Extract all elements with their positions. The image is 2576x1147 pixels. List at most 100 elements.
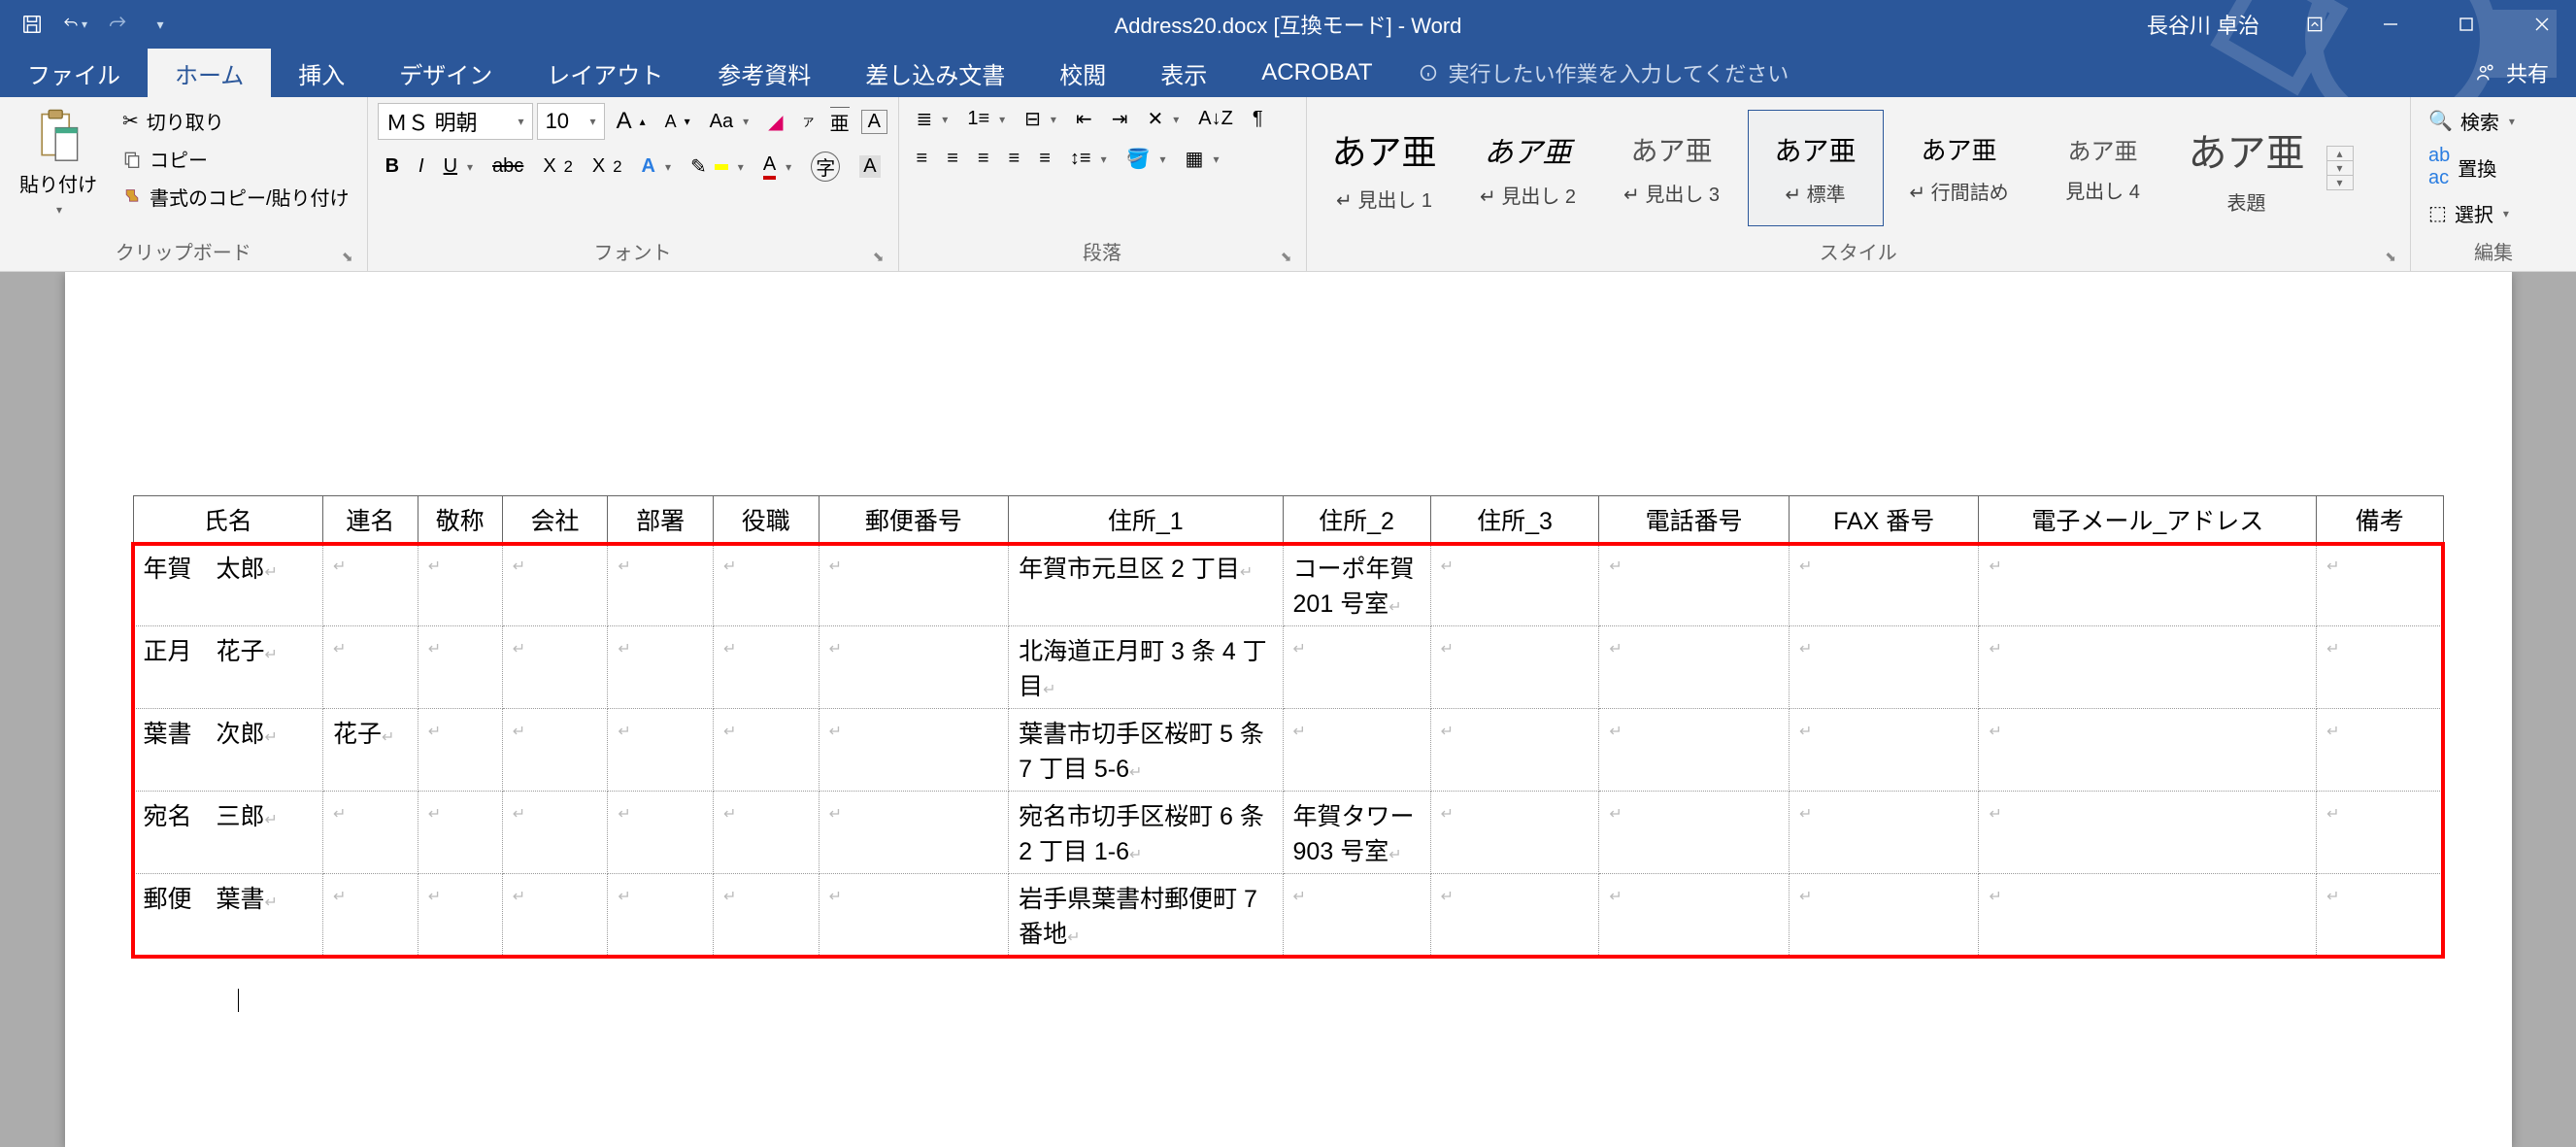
ribbon-display-options-icon[interactable] xyxy=(2281,0,2349,49)
table-cell[interactable]: ↵ xyxy=(1789,874,1979,957)
justify-button[interactable]: ≡ xyxy=(1001,144,1028,174)
table-header[interactable]: 住所_3 xyxy=(1430,496,1599,544)
table-cell[interactable]: ↵ xyxy=(608,874,714,957)
table-cell[interactable]: ↵ xyxy=(713,792,819,874)
maximize-button[interactable] xyxy=(2432,0,2500,49)
table-cell[interactable]: ↵ xyxy=(713,874,819,957)
style-item-nosp[interactable]: あア亜↵ 行間詰め xyxy=(1891,110,2027,226)
copy-button[interactable]: コピー xyxy=(115,141,357,177)
table-header[interactable]: FAX 番号 xyxy=(1789,496,1979,544)
table-cell[interactable]: ↵ xyxy=(1979,709,2317,792)
bullets-button[interactable]: ≣▾ xyxy=(909,103,956,135)
table-cell[interactable]: ↵ xyxy=(418,874,502,957)
subscript-button[interactable]: X2 xyxy=(535,152,581,182)
table-cell[interactable]: ↵ xyxy=(819,626,1009,709)
tab-review[interactable]: 校閲 xyxy=(1032,49,1133,97)
font-name-combo[interactable]: ＭＳ 明朝▾ xyxy=(378,103,533,140)
align-center-button[interactable]: ≡ xyxy=(939,144,966,174)
table-header[interactable]: 備考 xyxy=(2317,496,2443,544)
table-cell[interactable]: ↵ xyxy=(819,792,1009,874)
table-cell[interactable]: ↵ xyxy=(323,792,418,874)
table-cell[interactable]: ↵ xyxy=(1430,544,1599,626)
table-cell[interactable]: 宛名市切手区桜町 6 条 2 丁目 1-6↵ xyxy=(1009,792,1283,874)
minimize-button[interactable] xyxy=(2357,0,2425,49)
cut-button[interactable]: ✂切り取り xyxy=(115,103,357,139)
style-item-h3[interactable]: あア亜↵ 見出し 3 xyxy=(1604,110,1740,226)
paste-button[interactable]: 貼り付け ▾ xyxy=(10,103,107,222)
table-row[interactable]: 葉書 次郎↵花子↵↵↵↵↵↵葉書市切手区桜町 5 条 7 丁目 5-6↵↵↵↵↵… xyxy=(133,709,2443,792)
style-item-h1[interactable]: あア亜↵ 見出し 1 xyxy=(1317,110,1453,226)
select-button[interactable]: ⬚選択▾ xyxy=(2421,195,2517,231)
italic-button[interactable]: I xyxy=(411,152,432,182)
table-cell[interactable]: ↵ xyxy=(1599,709,1790,792)
table-cell[interactable]: ↵ xyxy=(502,544,608,626)
table-header[interactable]: 氏名 xyxy=(133,496,323,544)
table-cell[interactable]: ↵ xyxy=(2317,544,2443,626)
grow-font-button[interactable]: A▴ xyxy=(609,104,653,139)
table-header[interactable]: 連名 xyxy=(323,496,418,544)
table-cell[interactable]: ↵ xyxy=(502,792,608,874)
document-area[interactable]: 氏名連名敬称会社部署役職郵便番号住所_1住所_2住所_3電話番号FAX 番号電子… xyxy=(0,272,2576,1147)
line-spacing-button[interactable]: ↕≡▾ xyxy=(1062,144,1115,174)
user-name[interactable]: 長谷川 卓治 xyxy=(2133,9,2273,40)
bold-button[interactable]: B xyxy=(378,152,407,182)
table-cell[interactable]: ↵ xyxy=(713,626,819,709)
underline-button[interactable]: U▾ xyxy=(436,152,481,182)
table-cell[interactable]: ↵ xyxy=(2317,709,2443,792)
table-header[interactable]: 敬称 xyxy=(418,496,502,544)
show-marks-button[interactable]: ¶ xyxy=(1245,104,1271,134)
table-cell[interactable]: コーポ年賀 201 号室↵ xyxy=(1283,544,1430,626)
table-cell[interactable]: ↵ xyxy=(323,626,418,709)
share-button[interactable]: 共有 xyxy=(2475,49,2576,97)
align-left-button[interactable]: ≡ xyxy=(909,144,936,174)
redo-icon[interactable] xyxy=(105,12,130,37)
enclose-characters-button[interactable]: 字 xyxy=(803,148,848,186)
clear-formatting-button[interactable]: ◢ xyxy=(760,106,790,138)
table-cell[interactable]: 宛名 三郎↵ xyxy=(133,792,323,874)
superscript-button[interactable]: X2 xyxy=(585,152,630,182)
tab-references[interactable]: 参考資料 xyxy=(690,49,838,97)
tab-home[interactable]: ホーム xyxy=(148,49,271,97)
table-cell[interactable]: ↵ xyxy=(608,626,714,709)
style-item-normal[interactable]: あア亜↵ 標準 xyxy=(1748,110,1884,226)
table-cell[interactable]: ↵ xyxy=(2317,626,2443,709)
table-header[interactable]: 住所_1 xyxy=(1009,496,1283,544)
table-cell[interactable]: 正月 花子↵ xyxy=(133,626,323,709)
table-header[interactable]: 郵便番号 xyxy=(819,496,1009,544)
table-cell[interactable]: 葉書市切手区桜町 5 条 7 丁目 5-6↵ xyxy=(1009,709,1283,792)
table-cell[interactable]: ↵ xyxy=(1599,874,1790,957)
table-row[interactable]: 正月 花子↵↵↵↵↵↵↵北海道正月町 3 条 4 丁目↵↵↵↵↵↵↵ xyxy=(133,626,2443,709)
table-cell[interactable]: ↵ xyxy=(1979,544,2317,626)
distributed-button[interactable]: ≡ xyxy=(1031,144,1058,174)
table-cell[interactable]: ↵ xyxy=(1430,874,1599,957)
tab-insert[interactable]: 挿入 xyxy=(271,49,372,97)
table-cell[interactable]: ↵ xyxy=(1430,792,1599,874)
table-cell[interactable]: ↵ xyxy=(1430,626,1599,709)
font-size-combo[interactable]: 10▾ xyxy=(537,103,605,140)
increase-indent-button[interactable]: ⇥ xyxy=(1104,103,1136,135)
table-cell[interactable]: ↵ xyxy=(608,544,714,626)
table-cell[interactable]: ↵ xyxy=(1283,874,1430,957)
shading-button[interactable]: 🪣▾ xyxy=(1119,143,1174,175)
table-cell[interactable]: ↵ xyxy=(1599,544,1790,626)
replace-button[interactable]: abac置換 xyxy=(2421,141,2504,193)
clipboard-launcher-icon[interactable]: ⬊ xyxy=(342,249,353,265)
table-header[interactable]: 役職 xyxy=(713,496,819,544)
numbering-button[interactable]: 1≡▾ xyxy=(959,104,1013,134)
phonetic-guide-button[interactable]: ア亜 xyxy=(795,103,857,140)
table-cell[interactable]: ↵ xyxy=(1599,626,1790,709)
styles-launcher-icon[interactable]: ⬊ xyxy=(2385,249,2396,265)
table-cell[interactable]: ↵ xyxy=(1283,709,1430,792)
table-row[interactable]: 年賀 太郎↵↵↵↵↵↵↵年賀市元旦区 2 丁目↵コーポ年賀 201 号室↵↵↵↵… xyxy=(133,544,2443,626)
table-cell[interactable]: ↵ xyxy=(418,544,502,626)
tab-mailings[interactable]: 差し込み文書 xyxy=(838,49,1032,97)
table-header[interactable]: 会社 xyxy=(502,496,608,544)
table-cell[interactable]: ↵ xyxy=(608,709,714,792)
character-shading-button[interactable]: A xyxy=(852,152,887,182)
table-cell[interactable]: ↵ xyxy=(1979,626,2317,709)
table-cell[interactable]: ↵ xyxy=(713,709,819,792)
table-cell[interactable]: 北海道正月町 3 条 4 丁目↵ xyxy=(1009,626,1283,709)
character-border-button[interactable]: A xyxy=(861,110,887,134)
table-cell[interactable]: 岩手県葉書村郵便町 7 番地↵ xyxy=(1009,874,1283,957)
format-painter-button[interactable]: 書式のコピー/貼り付け xyxy=(115,179,357,215)
